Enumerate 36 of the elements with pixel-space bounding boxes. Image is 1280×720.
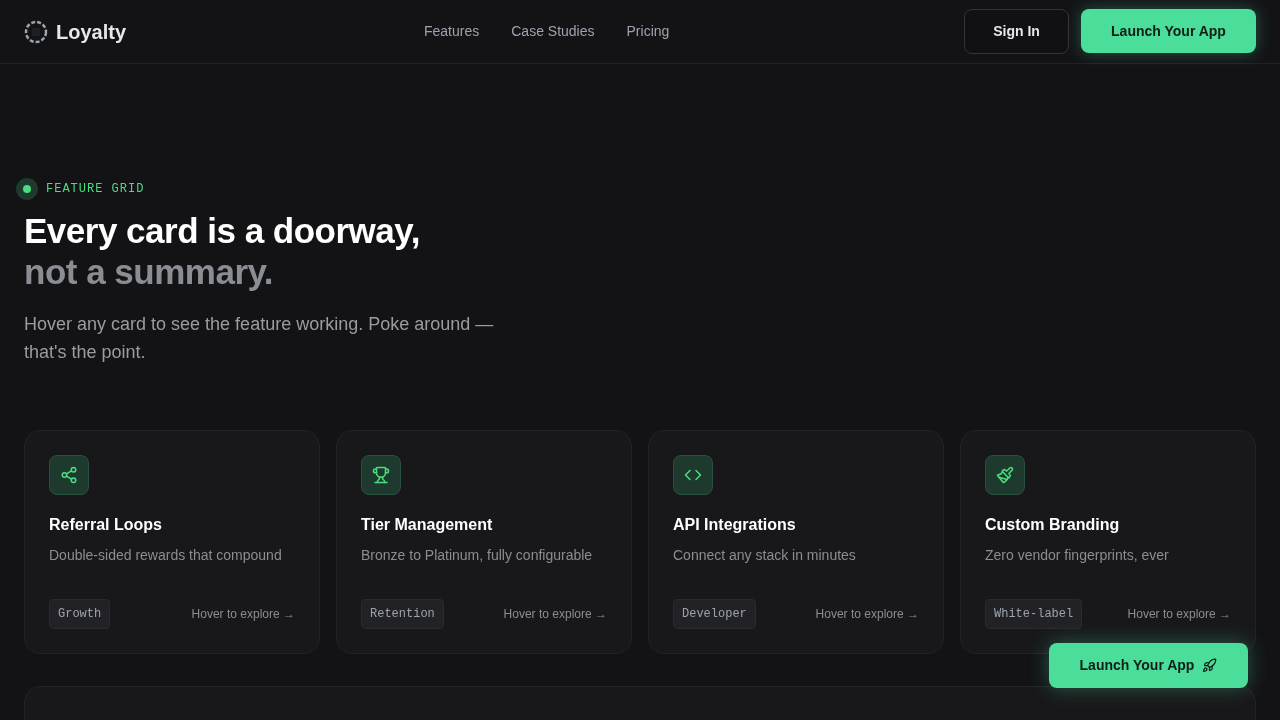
feature-card[interactable]: Tier Management Bronze to Platinum, fully configurable Retention Hover to explore →: [336, 430, 632, 654]
nav-link[interactable]: Features: [424, 21, 480, 42]
explore-link[interactable]: Hover to explore →: [1127, 605, 1231, 623]
rocket-icon: [1202, 658, 1218, 673]
tag: Developer: [673, 599, 756, 629]
card-title: API Integrations: [673, 515, 797, 535]
feature-card[interactable]: API Integrations Connect any stack in minutes Developer Hover to explore →: [648, 430, 944, 654]
explore-link[interactable]: Hover to explore →: [503, 605, 607, 623]
logo-icon: [24, 19, 48, 44]
card-description: Bronze to Platinum, fully configurable: [361, 546, 594, 565]
share-icon: [60, 466, 78, 484]
feature-card[interactable]: Custom Branding Zero vendor fingerprints, ever White-label Hover to explore →: [960, 430, 1256, 654]
hero-title-muted: not a summary.: [24, 251, 275, 292]
card-description: Zero vendor fingerprints, ever: [985, 546, 1170, 565]
explore-link[interactable]: Hover to explore →: [191, 605, 295, 623]
card-title: Referral Loops: [49, 515, 163, 535]
hero-subtitle: Hover any card to see the feature working. Poke around — that's the point.: [24, 313, 495, 364]
nav-link[interactable]: Pricing: [626, 21, 670, 42]
card-title: Custom Branding: [985, 515, 1121, 535]
feature-card[interactable]: Referral Loops Double-sided rewards that compound Growth Hover to explore →: [24, 430, 320, 654]
tag: White-label: [985, 599, 1083, 629]
eyebrow-label: FEATURE GRID: [46, 181, 145, 198]
card-description: Double-sided rewards that compound: [49, 546, 283, 565]
brush-icon: [996, 466, 1014, 484]
card-description: Connect any stack in minutes: [673, 546, 857, 565]
sign-in-button[interactable]: Sign In: [964, 9, 1069, 54]
explore-link[interactable]: Hover to explore →: [815, 605, 919, 623]
launch-button[interactable]: Launch Your App: [1081, 9, 1256, 53]
tag: Retention: [361, 599, 444, 629]
trophy-icon: [372, 466, 390, 484]
floating-launch-button[interactable]: Launch Your App: [1049, 643, 1248, 688]
nav-link[interactable]: Case Studies: [511, 21, 595, 42]
hero-title: Every card is a doorway,: [24, 210, 421, 251]
brand-name: Loyalty: [56, 19, 127, 45]
tag: Growth: [49, 599, 111, 629]
card-title: Tier Management: [361, 515, 494, 535]
